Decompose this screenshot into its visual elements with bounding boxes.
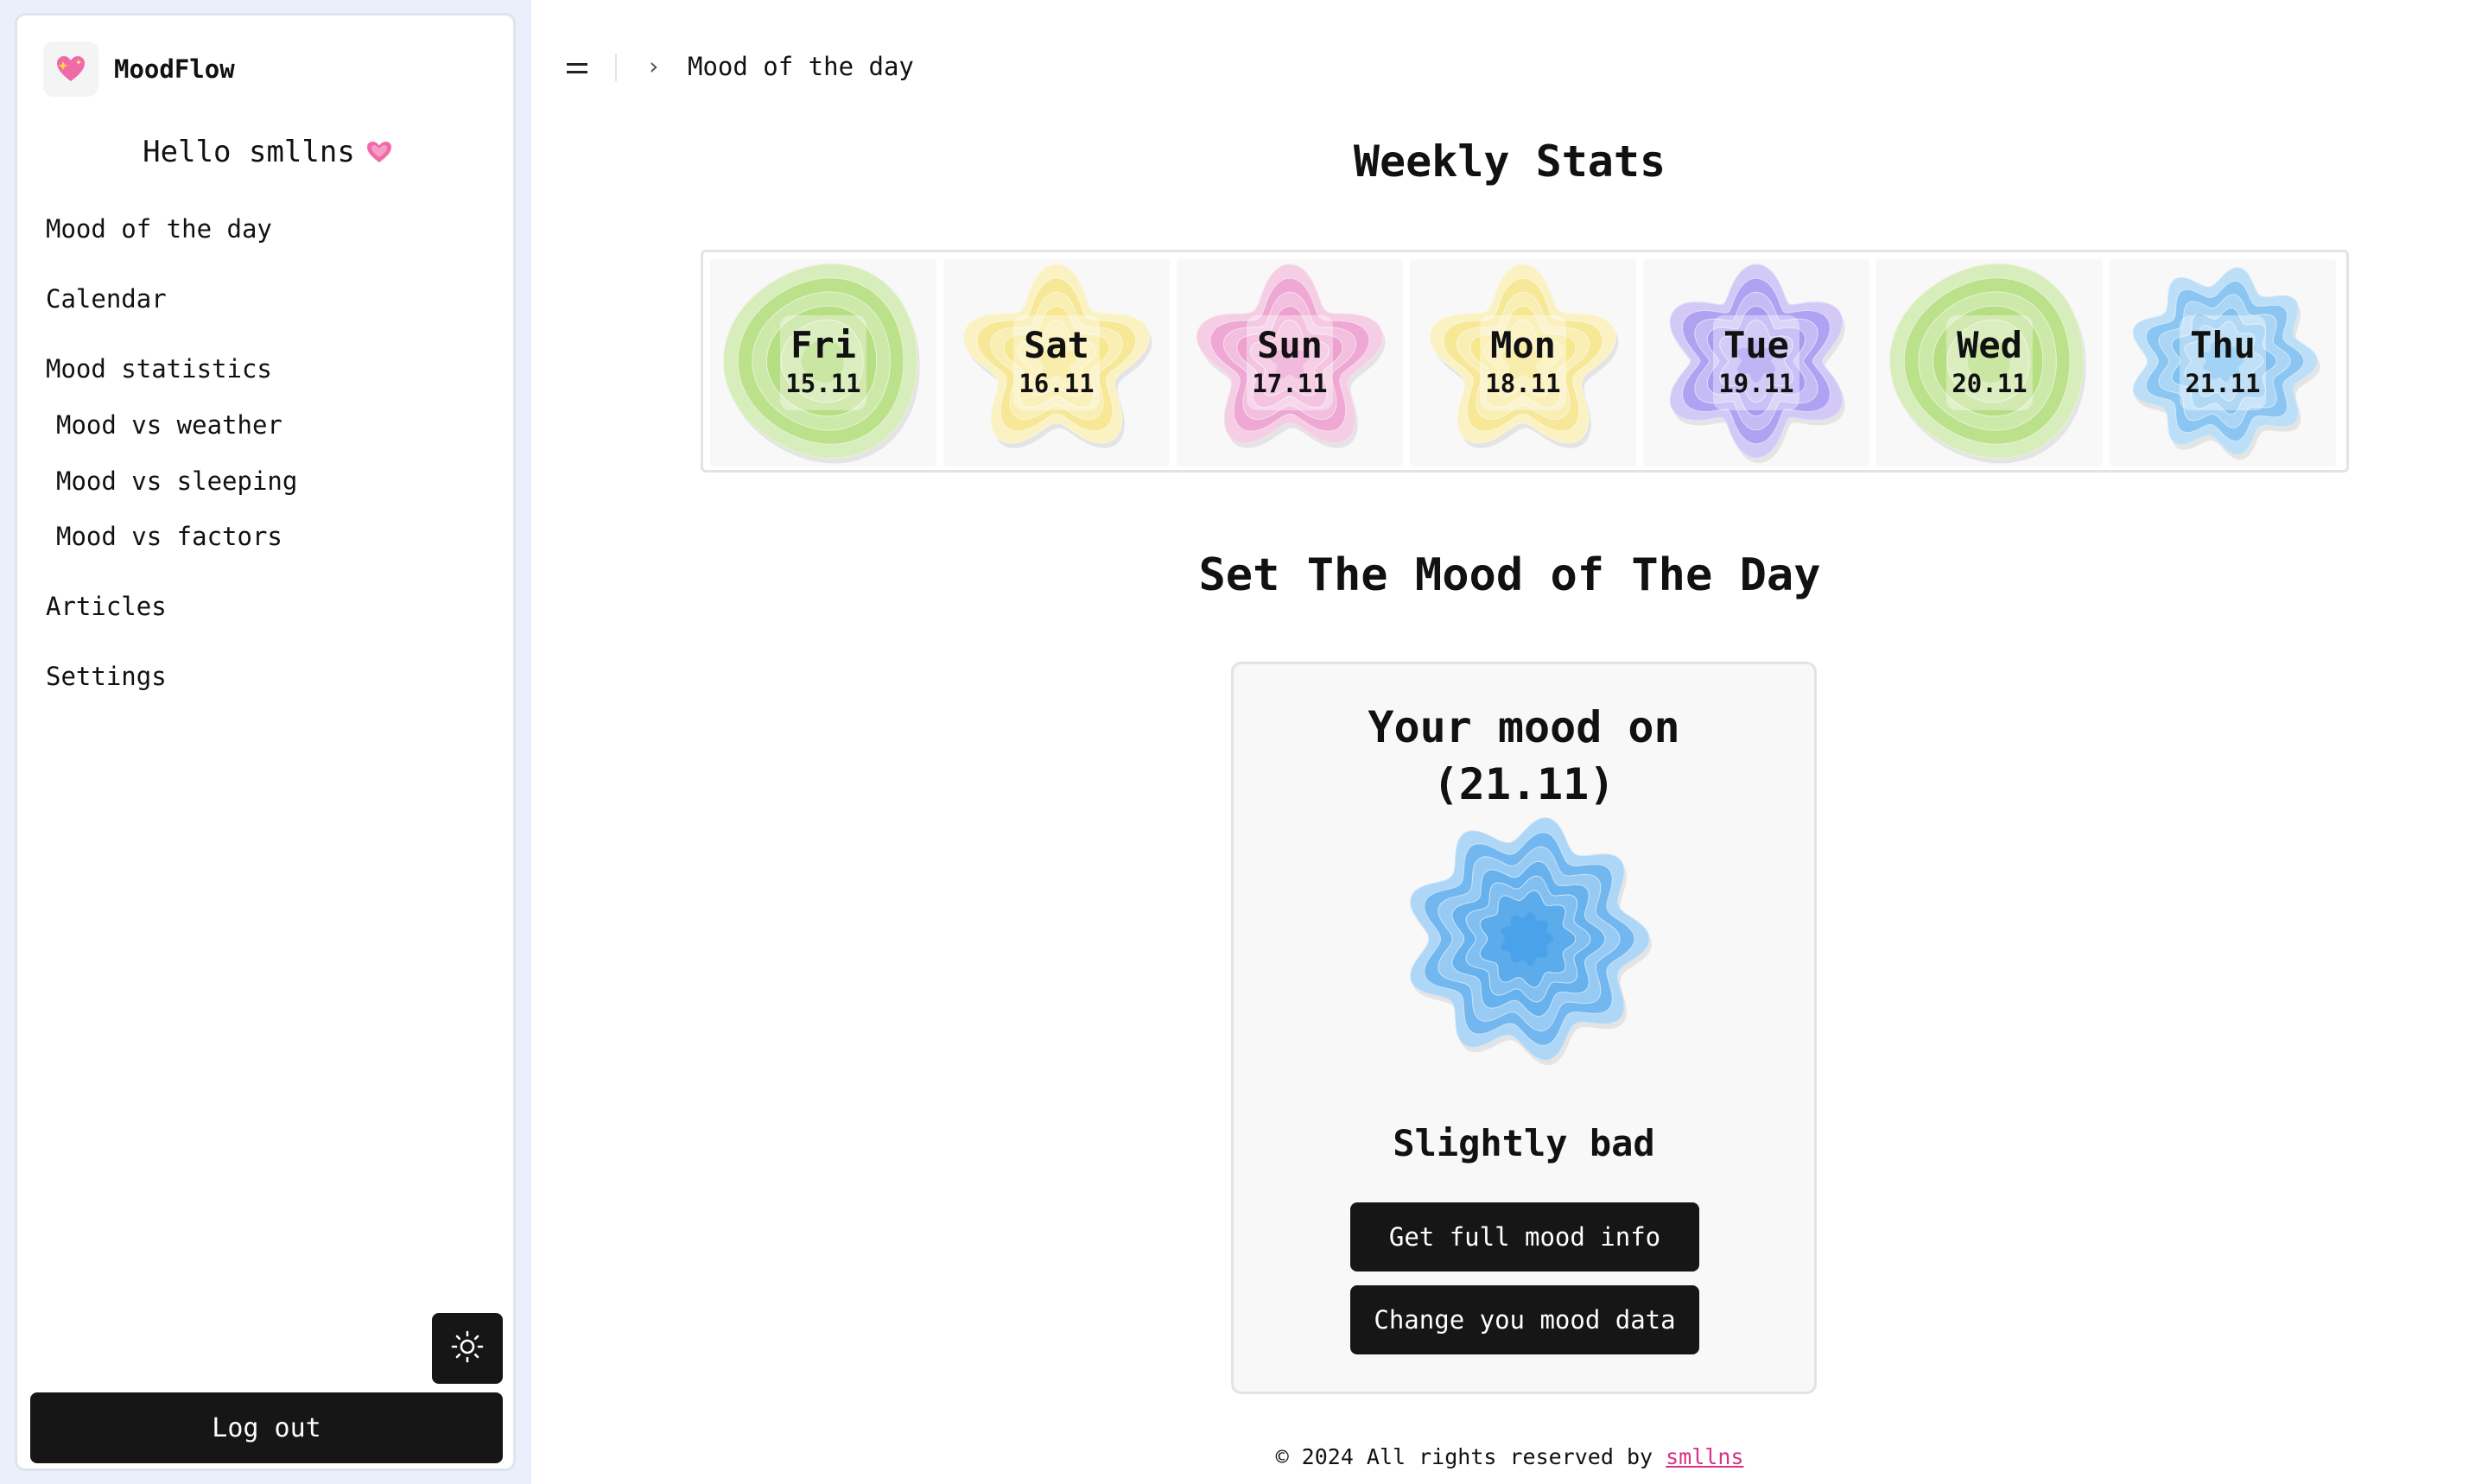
day-date: 19.11 (1718, 369, 1794, 398)
sun-icon (451, 1330, 484, 1367)
mood-heading: Your mood on (21.11) (1234, 699, 1814, 813)
day-date: 17.11 (1252, 369, 1328, 398)
mood-label: Slightly bad (1393, 1122, 1655, 1164)
menu-icon[interactable] (563, 52, 591, 83)
day-card-sat[interactable]: Sat 16.11 (943, 259, 1170, 466)
day-name: Sat (1024, 324, 1089, 366)
sparkling-heart-icon (43, 41, 98, 97)
sidebar-backdrop: MoodFlow Hello smllns Mood of the day Ca… (0, 0, 531, 1484)
mood-heading-line1: Your mood on (1368, 702, 1680, 752)
day-card-thu[interactable]: Thu 21.11 (2110, 259, 2336, 466)
day-name: Wed (1957, 324, 2022, 366)
weekly-stats-strip: Fri 15.11 Sat 16.11 Sun 17.11 Mon 18.11 Tue 19.11… (701, 250, 2349, 472)
set-mood-title: Set The Mood of The Day (1198, 549, 1821, 601)
greeting: Hello smllns (17, 135, 518, 172)
day-label: Wed 20.11 (1946, 315, 2033, 410)
day-name: Sun (1257, 324, 1323, 366)
day-card-tue[interactable]: Tue 19.11 (1643, 259, 1869, 466)
sidebar: MoodFlow Hello smllns Mood of the day Ca… (15, 13, 516, 1471)
day-name: Thu (2190, 324, 2256, 366)
footer-text: © 2024 All rights reserved by (1275, 1444, 1653, 1469)
brand[interactable]: MoodFlow (43, 41, 235, 97)
sidebar-item-calendar[interactable]: Calendar (46, 284, 167, 314)
logout-button[interactable]: Log out (30, 1392, 503, 1463)
change-mood-data-button[interactable]: Change you mood data (1350, 1285, 1699, 1354)
day-name: Fri (790, 324, 856, 366)
day-label: Thu 21.11 (2180, 315, 2266, 410)
greeting-text: Hello smllns (143, 135, 355, 169)
day-date: 16.11 (1019, 369, 1095, 398)
sidebar-item-mood-statistics[interactable]: Mood statistics (46, 354, 272, 384)
day-card-mon[interactable]: Mon 18.11 (1410, 259, 1636, 466)
weekly-stats-title: Weekly Stats (1353, 136, 1666, 187)
sidebar-item-mood-vs-weather[interactable]: Mood vs weather (56, 410, 282, 440)
mood-card: Your mood on (21.11) Slightly bad Get fu… (1231, 662, 1817, 1394)
mood-flower-icon (1397, 811, 1656, 1074)
get-full-mood-info-button[interactable]: Get full mood info (1350, 1202, 1699, 1272)
day-name: Tue (1723, 324, 1789, 366)
sidebar-item-mood-vs-factors[interactable]: Mood vs factors (56, 522, 282, 551)
day-label: Mon 18.11 (1480, 315, 1566, 410)
day-label: Tue 19.11 (1713, 315, 1799, 410)
header-divider (615, 54, 617, 81)
chevron-right-icon: › (646, 52, 661, 80)
day-date: 21.11 (2185, 369, 2261, 398)
day-date: 20.11 (1952, 369, 2028, 398)
day-card-fri[interactable]: Fri 15.11 (710, 259, 936, 466)
day-label: Fri 15.11 (780, 315, 866, 410)
day-label: Sat 16.11 (1013, 315, 1100, 410)
day-card-sun[interactable]: Sun 17.11 (1177, 259, 1403, 466)
breadcrumb: Mood of the day (688, 52, 914, 81)
footer: © 2024 All rights reserved by smllns (531, 1444, 2488, 1469)
day-date: 18.11 (1485, 369, 1561, 398)
footer-author-link[interactable]: smllns (1666, 1444, 1743, 1469)
sidebar-item-settings[interactable]: Settings (46, 662, 167, 691)
day-date: 15.11 (785, 369, 861, 398)
app-name: MoodFlow (114, 54, 235, 84)
day-card-wed[interactable]: Wed 20.11 (1876, 259, 2103, 466)
mood-heading-date: (21.11) (1432, 759, 1615, 809)
day-name: Mon (1490, 324, 1556, 366)
sidebar-item-articles[interactable]: Articles (46, 592, 167, 621)
sidebar-item-mood-of-the-day[interactable]: Mood of the day (46, 214, 272, 244)
theme-toggle-button[interactable] (432, 1313, 503, 1384)
pink-heart-icon (365, 137, 393, 172)
sidebar-item-mood-vs-sleeping[interactable]: Mood vs sleeping (56, 466, 297, 496)
day-label: Sun 17.11 (1247, 315, 1333, 410)
